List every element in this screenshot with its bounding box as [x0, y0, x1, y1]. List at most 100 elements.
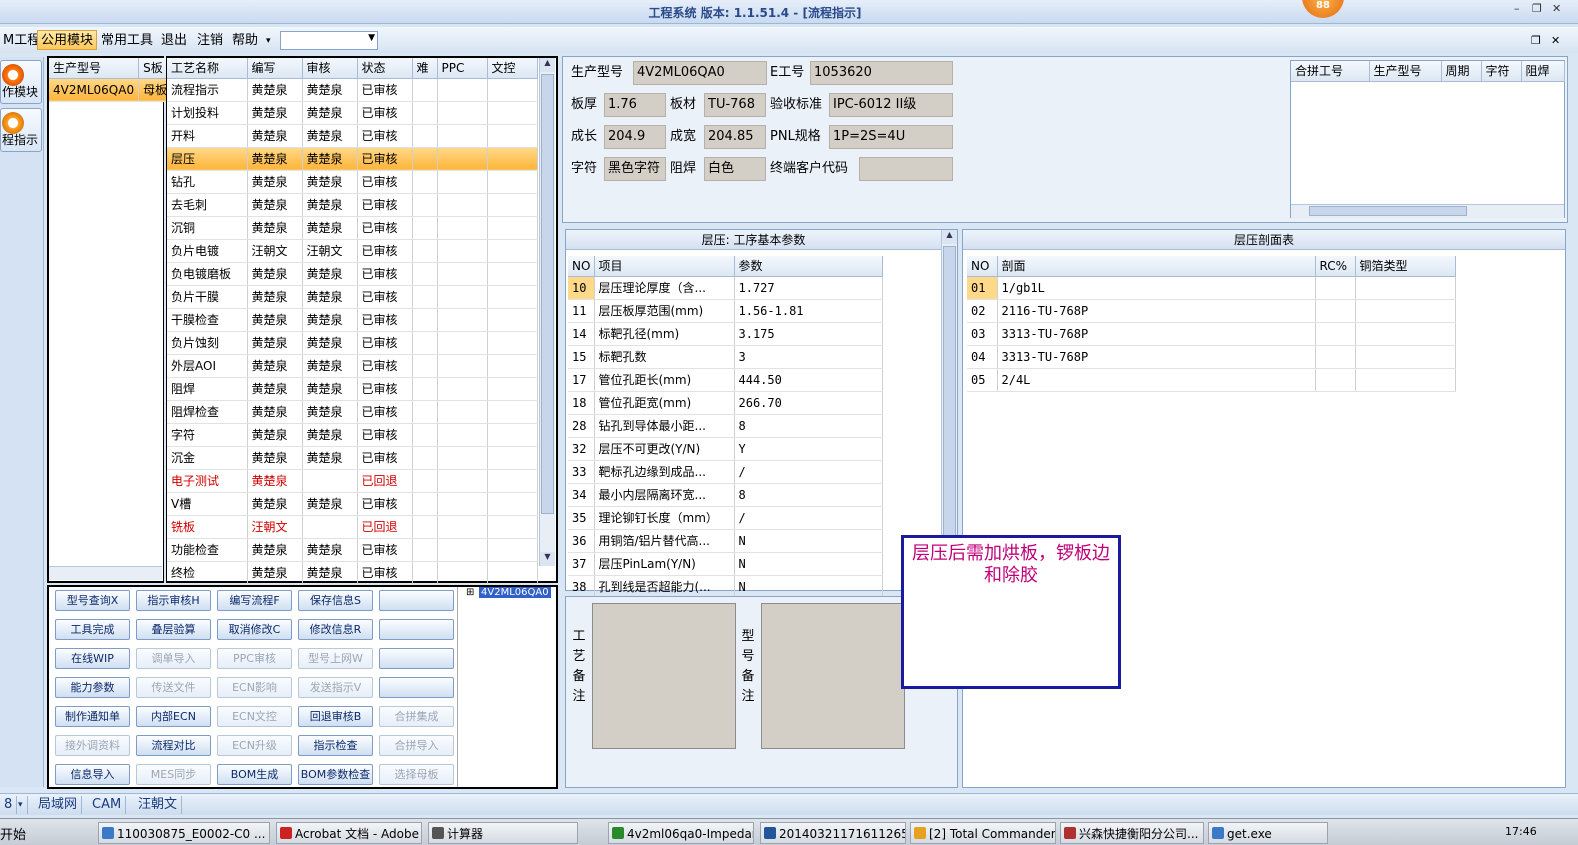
nav-process-instruction[interactable]: 程指示 [0, 108, 42, 152]
table-row[interactable]: 35 理论铆钉长度（mm） / [568, 506, 883, 530]
table-row[interactable]: V槽 黄楚泉 黄楚泉 已审核 [167, 492, 538, 516]
action-button[interactable]: MES同步 [136, 764, 211, 785]
table-row[interactable]: 36 用铜箔/铝片替代高... N [568, 529, 883, 553]
col-header[interactable]: 编写 [247, 58, 303, 79]
menu-help[interactable]: 帮助 [229, 31, 261, 51]
table-row[interactable]: 开料 黄楚泉 黄楚泉 已审核 [167, 124, 538, 148]
col-header[interactable]: NO [967, 256, 998, 277]
action-button[interactable]: 调单导入 [136, 648, 211, 669]
scroll-up-icon[interactable]: ▲ [540, 58, 555, 72]
col-header[interactable]: 审核 [302, 58, 358, 79]
horizontal-scrollbar[interactable] [49, 566, 162, 580]
table-row[interactable]: 14 标靶孔径(mm) 3.175 [568, 322, 883, 346]
action-button[interactable]: 选择母板 [379, 764, 454, 785]
col-header[interactable]: 参数 [734, 256, 883, 277]
start-button[interactable]: 开始 [0, 824, 26, 843]
eno-field[interactable]: 1053620 [810, 61, 953, 85]
action-button[interactable]: 接外调资料 [55, 735, 130, 756]
action-button[interactable]: BOM参数检查 [298, 764, 373, 785]
tree-node[interactable]: 4V2ML06QA0 [479, 587, 551, 598]
table-row[interactable]: 功能检查 黄楚泉 黄楚泉 已审核 [167, 538, 538, 562]
model-memo-field[interactable] [761, 603, 905, 749]
table-row[interactable]: 15 标靶孔数 3 [568, 345, 883, 369]
taskbar-item[interactable]: Acrobat 文档 - Adobe ... [276, 822, 422, 844]
table-row[interactable]: 28 钻孔到导体最小距... 8 [568, 414, 883, 438]
table-row[interactable]: 负片干膜 黄楚泉 黄楚泉 已审核 [167, 285, 538, 309]
horizontal-scrollbar[interactable] [1291, 204, 1564, 218]
table-row[interactable]: 37 层压PinLam(Y/N) N [568, 552, 883, 576]
table-row[interactable]: 干膜检查 黄楚泉 黄楚泉 已审核 [167, 308, 538, 332]
vertical-scrollbar[interactable]: ▲ ▼ [539, 58, 555, 566]
action-button[interactable]: BOM生成 [217, 764, 292, 785]
table-row[interactable]: 05 2/4L [967, 368, 1456, 392]
table-row[interactable]: 01 1/gb1L [967, 276, 1456, 300]
std-field[interactable]: IPC-6012 II级 [829, 93, 953, 117]
table-row[interactable]: 电子测试 黄楚泉 已回退 [167, 469, 538, 493]
action-button[interactable]: ECN文控 [217, 706, 292, 727]
table-row[interactable]: 沉铜 黄楚泉 黄楚泉 已审核 [167, 216, 538, 240]
col-header[interactable]: 生产型号 [1369, 61, 1442, 82]
action-button[interactable]: 内部ECN [136, 706, 211, 727]
action-button[interactable]: 发送指示V [298, 677, 373, 698]
table-row[interactable]: 外层AOI 黄楚泉 黄楚泉 已审核 [167, 354, 538, 378]
table-row[interactable]: 铣板 汪朝文 已回退 [167, 515, 538, 539]
action-button[interactable]: ECN升级 [217, 735, 292, 756]
scroll-thumb[interactable] [1309, 206, 1467, 216]
prod-field[interactable]: 4V2ML06QA0 [633, 61, 767, 85]
action-button[interactable] [379, 677, 454, 698]
taskbar-item[interactable]: 110030875_E0002-C0 ... [98, 822, 270, 844]
table-row[interactable]: 03 3313-TU-768P [967, 322, 1456, 346]
action-button[interactable]: 型号上网W [298, 648, 373, 669]
table-row[interactable]: 钻孔 黄楚泉 黄楚泉 已审核 [167, 170, 538, 194]
action-button[interactable]: 能力参数 [55, 677, 130, 698]
action-button[interactable]: 编写流程F [217, 590, 292, 611]
col-header[interactable]: NO [568, 256, 595, 277]
pnl-field[interactable]: 1P=2S=4U [829, 125, 953, 149]
action-button[interactable] [379, 648, 454, 669]
process-memo-field[interactable] [592, 603, 736, 749]
wid-field[interactable]: 204.85 [704, 125, 766, 149]
table-row[interactable]: 计划投料 黄楚泉 黄楚泉 已审核 [167, 101, 538, 125]
table-row[interactable]: 17 管位孔距长(mm) 444.50 [568, 368, 883, 392]
menu-common-tools[interactable]: 常用工具 [98, 31, 156, 51]
scroll-up-icon[interactable]: ▲ [942, 230, 957, 244]
col-header[interactable]: PPC [437, 58, 488, 79]
table-row[interactable]: 34 最小内层隔离环宽... 8 [568, 483, 883, 507]
col-header[interactable]: 生产型号 [49, 58, 140, 79]
action-button[interactable]: PPC审核 [217, 648, 292, 669]
scroll-down-icon[interactable]: ▼ [540, 552, 555, 566]
action-button[interactable]: 指示审核H [136, 590, 211, 611]
table-row[interactable]: 18 管位孔距宽(mm) 266.70 [568, 391, 883, 415]
scroll-thumb[interactable] [943, 246, 956, 536]
menu-logout[interactable]: 注销 [194, 31, 226, 51]
taskbar-item[interactable]: [2] Total Commander ... [910, 822, 1056, 844]
col-header[interactable]: 项目 [594, 256, 735, 277]
col-header[interactable]: 阻焊 [1521, 61, 1565, 82]
nav-work-module[interactable]: 作模块 [0, 60, 42, 104]
table-row[interactable]: 字符 黄楚泉 黄楚泉 已审核 [167, 423, 538, 447]
action-button[interactable]: 传送文件 [136, 677, 211, 698]
action-button[interactable]: 合拼集成 [379, 706, 454, 727]
action-button[interactable]: 信息导入 [55, 764, 130, 785]
taskbar-item[interactable]: get.exe [1208, 822, 1328, 844]
char-field[interactable]: 黑色字符 [604, 157, 666, 181]
col-header[interactable]: 文控 [487, 58, 538, 79]
mdi-restore-button[interactable]: ❐ [1528, 31, 1544, 51]
col-header[interactable]: 周期 [1441, 61, 1482, 82]
close-button[interactable]: ✕ [1552, 2, 1561, 15]
col-header[interactable]: 字符 [1481, 61, 1522, 82]
action-button[interactable]: 工具完成 [55, 619, 130, 640]
action-button[interactable] [379, 619, 454, 640]
action-button[interactable]: 流程对比 [136, 735, 211, 756]
col-header[interactable]: 状态 [357, 58, 413, 79]
table-row[interactable]: 32 层压不可更改(Y/N) Y [568, 437, 883, 461]
col-header[interactable]: 难 [412, 58, 438, 79]
table-row[interactable]: 33 靶标孔边缘到成品... / [568, 460, 883, 484]
table-row[interactable]: 负电镀磨板 黄楚泉 黄楚泉 已审核 [167, 262, 538, 286]
table-row[interactable]: 去毛刺 黄楚泉 黄楚泉 已审核 [167, 193, 538, 217]
table-row[interactable]: 11 层压板厚范围(mm) 1.56-1.81 [568, 299, 883, 323]
action-button[interactable]: 指示检查 [298, 735, 373, 756]
table-row[interactable]: 终检 黄楚泉 黄楚泉 已审核 [167, 561, 538, 585]
action-button[interactable]: ECN影响 [217, 677, 292, 698]
menu-exit[interactable]: 退出 [158, 31, 190, 51]
